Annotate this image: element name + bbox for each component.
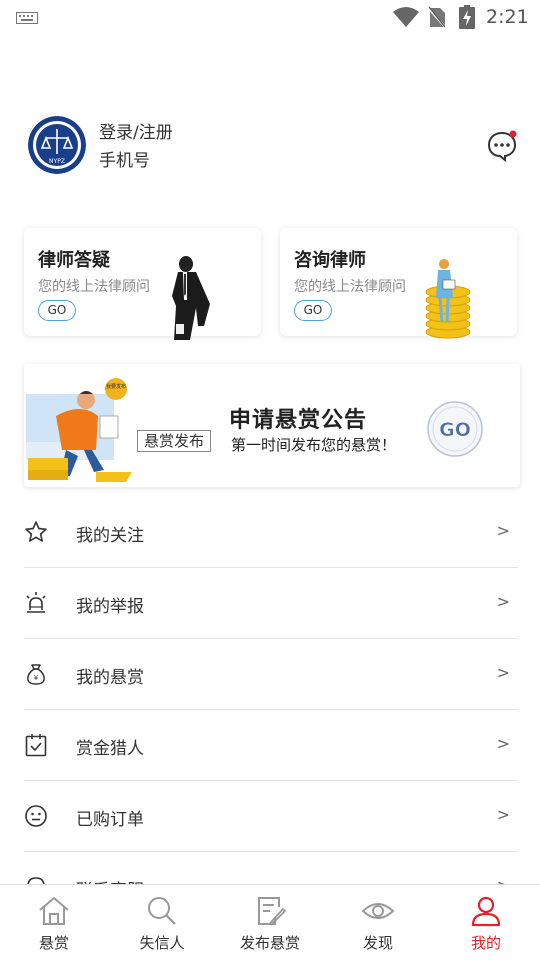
money-bag-icon: ¥ [27, 664, 45, 685]
menu-item-report[interactable]: 我的举报 > [24, 568, 518, 639]
nav-label: 悬赏 [38, 934, 69, 952]
menu-list: 我的关注 > 我的举报 > ¥ 我的悬赏 > 赏金猎人 > 已购订单 > [24, 497, 518, 923]
lawyer-qa-card[interactable]: 律师答疑 您的线上法律顾问 GO [24, 228, 261, 340]
nav-tab-reward[interactable]: 悬赏 [0, 885, 108, 960]
menu-label: 我的关注 [76, 526, 144, 546]
chevron-right-icon: > [496, 663, 510, 682]
menu-label: 已购订单 [76, 810, 144, 830]
card-title: 律师答疑 [38, 250, 110, 271]
chevron-right-icon: > [496, 805, 510, 824]
edit-icon [258, 897, 286, 925]
menu-label: 我的悬赏 [76, 668, 144, 688]
consult-lawyer-card[interactable]: 咨询律师 您的线上法律顾问 GO [280, 228, 517, 339]
message-icon[interactable] [486, 130, 518, 162]
card-subtitle: 您的线上法律顾问 [38, 279, 150, 295]
no-sim-icon [428, 6, 446, 28]
keyboard-icon [16, 12, 38, 24]
phone-label: 手机号 [99, 151, 150, 171]
menu-label: 赏金猎人 [76, 739, 144, 759]
menu-item-orders[interactable]: 已购订单 > [24, 781, 518, 852]
nav-label: 发现 [362, 934, 393, 952]
badge-text: 我要发布 [106, 383, 126, 390]
clipboard-check-icon [25, 734, 47, 757]
banner-subtitle: 第一时间发布您的悬赏！ [231, 436, 397, 454]
user-icon [471, 896, 501, 927]
nav-tab-mine[interactable]: 我的 [432, 885, 540, 960]
battery-charging-icon [459, 5, 475, 29]
eye-icon [361, 903, 395, 919]
svg-text:¥: ¥ [34, 674, 39, 682]
chevron-right-icon: > [496, 592, 510, 611]
lawyer-man-illustration [172, 256, 210, 340]
wifi-icon [393, 7, 419, 27]
card-title: 咨询律师 [294, 250, 366, 271]
menu-label: 我的举报 [76, 597, 144, 617]
bounty-man-illustration: 我要发布 [26, 378, 132, 482]
banner-go-text: GO [439, 419, 471, 441]
nav-label: 发布悬赏 [239, 934, 300, 952]
nav-label: 我的 [470, 934, 501, 952]
nav-tab-publish[interactable]: 发布悬赏 [216, 885, 324, 960]
search-icon [148, 897, 176, 925]
smiley-icon [25, 805, 47, 827]
alarm-icon [26, 592, 46, 613]
banner-go-button[interactable]: GO [426, 400, 484, 458]
unread-dot [509, 130, 517, 138]
status-bar: 2:21 [0, 0, 540, 36]
avatar[interactable]: NYPZ [28, 116, 86, 174]
reward-announcement-banner[interactable]: 我要发布 悬赏发布 申请悬赏公告 第一时间发布您的悬赏！ GO [24, 364, 520, 487]
go-button[interactable]: GO [294, 300, 332, 321]
nav-label: 失信人 [139, 934, 185, 952]
nav-tab-discover[interactable]: 发现 [324, 885, 432, 960]
coins-woman-illustration [425, 259, 471, 339]
chevron-right-icon: > [496, 521, 510, 540]
login-register-link[interactable]: 登录/注册 [99, 118, 173, 143]
menu-item-follow[interactable]: 我的关注 > [24, 497, 518, 568]
star-icon [25, 521, 47, 542]
chevron-right-icon: > [496, 734, 510, 753]
avatar-logo-text: NYPZ [49, 158, 65, 165]
go-button[interactable]: GO [38, 300, 76, 321]
profile-header[interactable]: NYPZ 登录/注册 手机号 [26, 114, 518, 184]
menu-item-bounty-hunter[interactable]: 赏金猎人 > [24, 710, 518, 781]
card-subtitle: 您的线上法律顾问 [294, 279, 406, 295]
menu-item-rewards[interactable]: ¥ 我的悬赏 > [24, 639, 518, 710]
banner-title: 申请悬赏公告 [229, 408, 368, 433]
bottom-nav: 悬赏 失信人 发布悬赏 发现 我的 [0, 884, 540, 960]
home-icon [39, 897, 69, 925]
nav-tab-dishonest[interactable]: 失信人 [108, 885, 216, 960]
status-time: 2:21 [486, 6, 529, 28]
banner-tag: 悬赏发布 [137, 430, 211, 452]
